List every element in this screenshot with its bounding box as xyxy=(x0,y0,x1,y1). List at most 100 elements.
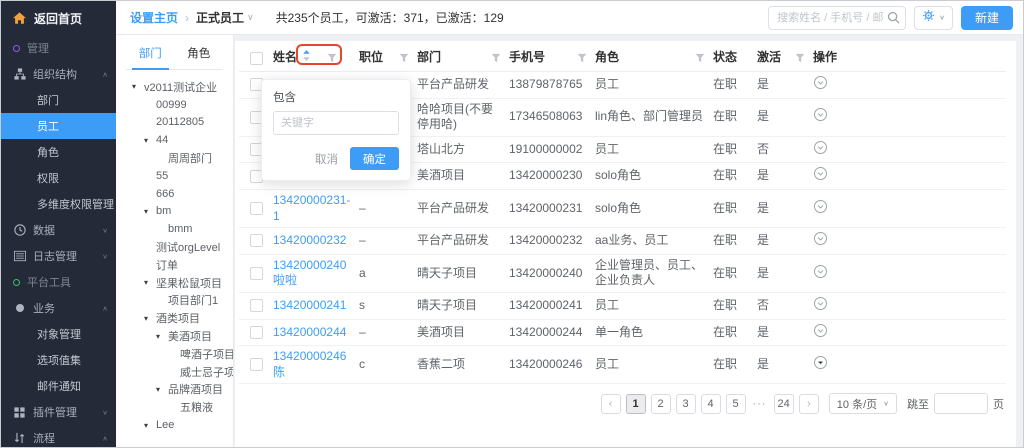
tree-node[interactable]: 55 xyxy=(116,167,233,185)
filter-funnel-icon[interactable] xyxy=(577,53,587,63)
tree-node[interactable]: ▾酒类项目 xyxy=(116,309,233,327)
filter-funnel-icon[interactable] xyxy=(327,53,337,63)
sidebar-item-data[interactable]: 数据 ∨ xyxy=(1,217,116,243)
row-actions-button[interactable] xyxy=(813,355,828,370)
row-checkbox[interactable] xyxy=(250,267,263,280)
sort-icon[interactable] xyxy=(302,49,311,67)
tree-node[interactable]: 威士忌子项目 xyxy=(116,363,233,381)
sidebar-item-departments[interactable]: 部门 xyxy=(1,87,116,113)
sidebar-item-option-sets[interactable]: 选项值集 xyxy=(1,347,116,373)
sidebar-item-manage[interactable]: 管理 xyxy=(1,35,116,61)
employee-name-link[interactable]: 13420000244 xyxy=(273,325,346,339)
caret-down-icon[interactable]: ▾ xyxy=(144,136,156,145)
row-checkbox[interactable] xyxy=(250,326,263,339)
row-actions-button[interactable] xyxy=(813,199,828,214)
row-actions-button[interactable] xyxy=(813,107,828,122)
breadcrumb-current[interactable]: 正式员工 xyxy=(196,9,244,26)
page-size-select[interactable]: 10 条/页 ∨ xyxy=(829,393,897,414)
caret-down-icon[interactable]: ▾ xyxy=(156,332,168,341)
phone-cell: 13420000241 xyxy=(509,298,595,314)
page-button[interactable]: 3 xyxy=(676,394,696,414)
page-button[interactable]: 5 xyxy=(726,394,746,414)
page-button[interactable]: 1 xyxy=(626,394,646,414)
select-all-checkbox[interactable] xyxy=(250,52,263,65)
filter-funnel-icon[interactable] xyxy=(399,53,409,63)
row-checkbox[interactable] xyxy=(250,234,263,247)
row-checkbox[interactable] xyxy=(250,358,263,371)
breadcrumb-home-link[interactable]: 设置主页 xyxy=(130,9,178,26)
page-button[interactable]: 24 xyxy=(774,394,794,414)
filter-funnel-icon[interactable] xyxy=(695,53,705,63)
filter-funnel-icon[interactable] xyxy=(795,53,805,63)
caret-down-icon[interactable]: ▾ xyxy=(144,421,156,430)
tree-node[interactable]: ▾品牌酒项目 xyxy=(116,381,233,399)
caret-down-icon[interactable]: ▾ xyxy=(144,314,156,323)
tree-node[interactable]: 666 xyxy=(116,185,233,203)
sidebar-item-workflow[interactable]: 流程 ∧ xyxy=(1,425,116,447)
role-cell: solo角色 xyxy=(595,201,713,217)
tree-node[interactable]: 订单 xyxy=(116,256,233,274)
tree-node[interactable]: 20112805 xyxy=(116,114,233,132)
row-actions-button[interactable] xyxy=(813,166,828,181)
tree-node[interactable]: ▾Lee xyxy=(116,416,233,434)
tree-node[interactable]: 项目部门1 xyxy=(116,292,233,310)
caret-down-icon[interactable]: ▾ xyxy=(144,207,156,216)
tree-node[interactable]: 五粮液 xyxy=(116,398,233,416)
filter-keyword-input[interactable] xyxy=(273,111,399,135)
tree-node[interactable]: ▾美酒项目 xyxy=(116,327,233,345)
caret-down-icon[interactable]: ▾ xyxy=(132,82,144,91)
sidebar-item-platform-tools[interactable]: 平台工具 xyxy=(1,269,116,295)
filter-confirm-button[interactable]: 确定 xyxy=(350,147,399,170)
tree-node[interactable]: ▾bm xyxy=(116,203,233,221)
tree-node[interactable]: ▾v2011测试企业 xyxy=(116,78,233,96)
sidebar-item-plugin-manage[interactable]: 插件管理 ∨ xyxy=(1,399,116,425)
tree-node[interactable]: 周周部门 xyxy=(116,149,233,167)
sidebar-item-permissions[interactable]: 权限 xyxy=(1,165,116,191)
row-actions-button[interactable] xyxy=(813,140,828,155)
row-actions-button[interactable] xyxy=(813,296,828,311)
jump-page-input[interactable] xyxy=(934,393,988,414)
sidebar-item-org-structure[interactable]: 组织结构 ∧ xyxy=(1,61,116,87)
row-actions-button[interactable] xyxy=(813,264,828,279)
chevron-down-icon[interactable]: ∨ xyxy=(247,12,254,23)
employee-name-link[interactable]: 13420000240啦啦 xyxy=(273,258,346,288)
sidebar-item-multidim-permissions[interactable]: 多维度权限管理 xyxy=(1,191,116,217)
tab-departments[interactable]: 部门 xyxy=(126,45,175,69)
row-actions-button[interactable] xyxy=(813,75,828,90)
caret-down-icon[interactable]: ▾ xyxy=(144,278,156,287)
back-home-link[interactable]: 返回首页 xyxy=(1,1,116,35)
tree-node[interactable]: 00999 xyxy=(116,96,233,114)
filter-funnel-icon[interactable] xyxy=(491,53,501,63)
tree-node[interactable]: ▾44 xyxy=(116,131,233,149)
create-button[interactable]: 新建 xyxy=(961,6,1013,30)
row-actions-button[interactable] xyxy=(813,231,828,246)
page-button[interactable]: 2 xyxy=(651,394,671,414)
tree-node[interactable]: 啤酒子项目 xyxy=(116,345,233,363)
row-checkbox[interactable] xyxy=(250,299,263,312)
sidebar-item-log-manage[interactable]: 日志管理 ∨ xyxy=(1,243,116,269)
sidebar-item-roles[interactable]: 角色 xyxy=(1,139,116,165)
caret-down-icon[interactable]: ▾ xyxy=(156,385,168,394)
sidebar-item-email-notify[interactable]: 邮件通知 xyxy=(1,373,116,399)
row-checkbox[interactable] xyxy=(250,202,263,215)
tab-roles[interactable]: 角色 xyxy=(175,45,224,69)
sidebar-item-business[interactable]: 业务 ∧ xyxy=(1,295,116,321)
row-actions-button[interactable] xyxy=(813,323,828,338)
settings-dropdown-button[interactable]: ∨ xyxy=(914,6,953,30)
tree-node[interactable]: 测试orgLevel xyxy=(116,238,233,256)
sidebar-item-object-manage[interactable]: 对象管理 xyxy=(1,321,116,347)
next-page-button[interactable]: › xyxy=(799,394,819,414)
employee-name-link[interactable]: 13420000246陈 xyxy=(273,349,346,379)
page-button[interactable]: 4 xyxy=(701,394,721,414)
employee-name-link[interactable]: 13420000241 xyxy=(273,298,346,312)
prev-page-button[interactable]: ‹ xyxy=(601,394,621,414)
sidebar-item-employees[interactable]: 员工 xyxy=(1,113,116,139)
pagination-ellipsis[interactable]: ··· xyxy=(751,398,769,410)
tree-node[interactable]: ▾坚果松鼠项目 xyxy=(116,274,233,292)
active-cell: 是 xyxy=(757,168,813,184)
filter-cancel-button[interactable]: 取消 xyxy=(315,151,338,167)
search-input[interactable] xyxy=(768,6,906,30)
tree-node[interactable]: bmm xyxy=(116,220,233,238)
employee-name-link[interactable]: 13420000231-1 xyxy=(273,193,350,223)
employee-name-link[interactable]: 13420000232 xyxy=(273,233,346,247)
